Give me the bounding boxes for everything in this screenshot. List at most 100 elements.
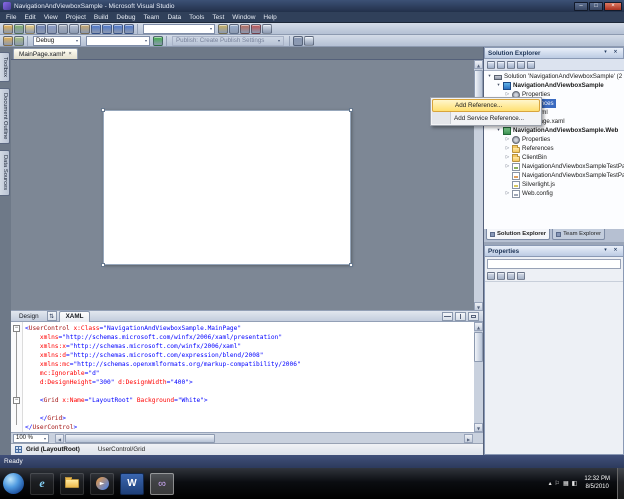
expander-icon[interactable]: ▷ (504, 191, 511, 196)
menu-help[interactable]: Help (259, 12, 280, 23)
debug-configuration-combo[interactable]: Debug ▾ (33, 36, 81, 46)
scrollbar-thumb[interactable] (474, 332, 483, 362)
paste-icon[interactable] (80, 24, 90, 34)
tree-item-content[interactable]: Web.config (511, 189, 555, 198)
tree-item-content[interactable]: NavigationAndViewboxSample (502, 81, 606, 90)
build-solution-icon[interactable] (293, 36, 303, 46)
menu-debug[interactable]: Debug (112, 12, 139, 23)
taskbar-clock[interactable]: 12:32 PM 8/5/2010 (581, 476, 613, 491)
solution-explorer-icon[interactable] (218, 24, 228, 34)
add-new-item-icon[interactable] (3, 36, 13, 46)
media-player-icon[interactable]: ► (90, 473, 114, 495)
cut-icon[interactable] (58, 24, 68, 34)
resize-handle[interactable] (349, 263, 353, 267)
properties-tool-icon[interactable] (487, 61, 495, 69)
code-line-10[interactable] (25, 405, 473, 414)
code-line-12[interactable]: </UserControl> (25, 423, 473, 432)
properties-view-icon[interactable] (507, 272, 515, 280)
expander-icon[interactable]: ▷ (504, 146, 511, 151)
windows-explorer-icon[interactable] (60, 473, 84, 495)
code-line-8[interactable] (25, 387, 473, 396)
scroll-left-icon[interactable]: ◀ (55, 434, 64, 443)
menu-data[interactable]: Data (163, 12, 185, 23)
word-icon[interactable]: W (120, 473, 144, 495)
events-view-icon[interactable] (517, 272, 525, 280)
code-line-1[interactable]: <UserControl x:Class="NavigationAndViewb… (25, 324, 473, 333)
tree-item-clientbin[interactable]: ▷ClientBin (484, 153, 624, 162)
tree-item-content[interactable]: NavigationAndViewboxSample.Web (502, 126, 620, 135)
tree-item-properties[interactable]: ▷Properties (484, 135, 624, 144)
view-code-icon[interactable] (517, 61, 525, 69)
code-line-9[interactable]: <Grid x:Name="LayoutRoot" Background="Wh… (25, 396, 473, 405)
code-line-2[interactable]: xmlns="http://schemas.microsoft.com/winf… (25, 333, 473, 342)
expander-icon[interactable]: ▷ (504, 137, 511, 142)
visual-studio-icon[interactable]: ∞ (150, 473, 174, 495)
fold-toggle-icon[interactable]: − (13, 397, 20, 404)
menu-edit[interactable]: Edit (20, 12, 39, 23)
tab-mainpage-xaml[interactable]: MainPage.xaml* × (13, 48, 78, 59)
view-designer-icon[interactable] (527, 61, 535, 69)
hidden-icons-icon[interactable]: ▴ (549, 480, 552, 487)
tree-item-content[interactable]: Silverlight.js (511, 180, 557, 189)
side-tab-toolbox[interactable]: Toolbox (0, 52, 10, 82)
zoom-combo[interactable]: 100 % ▾ (13, 434, 49, 443)
vertical-split-icon[interactable] (455, 312, 466, 321)
dock-tab-solution-explorer[interactable]: Solution Explorer (486, 229, 550, 240)
toolbox-icon[interactable] (240, 24, 250, 34)
window-position-icon[interactable]: ▾ (601, 49, 610, 57)
navigate-back-icon[interactable] (113, 24, 123, 34)
menu-team[interactable]: Team (140, 12, 164, 23)
breadcrumb-path[interactable]: UserControl/Grid (98, 446, 145, 453)
save-icon[interactable] (36, 24, 46, 34)
tree-item-navigationandviewboxsample-web[interactable]: ▾NavigationAndViewboxSample.Web (484, 126, 624, 135)
tree-item-navigationandviewboxsampletestpage-html[interactable]: NavigationAndViewboxSampleTestPage.html (484, 171, 624, 180)
add-item-icon[interactable] (14, 24, 24, 34)
window-position-icon[interactable]: ▾ (601, 247, 610, 255)
start-debugging-icon[interactable] (153, 36, 163, 46)
maximize-button[interactable]: □ (589, 2, 603, 11)
close-button[interactable]: × (604, 2, 622, 11)
expander-icon[interactable]: ▾ (486, 74, 493, 79)
tree-item-solution-navigationandviewboxsample-2-projects[interactable]: ▾Solution 'NavigationAndViewboxSample' (… (484, 72, 624, 81)
open-file-icon[interactable] (25, 24, 35, 34)
save-all-icon[interactable] (47, 24, 57, 34)
tree-item-content[interactable]: NavigationAndViewboxSampleTestPage.aspx (511, 162, 624, 171)
object-selector-combo[interactable] (487, 259, 621, 269)
tree-item-navigationandviewboxsample[interactable]: ▾NavigationAndViewboxSample (484, 81, 624, 90)
context-menu-item-add-service-reference[interactable]: Add Service Reference... (432, 112, 540, 124)
resize-handle[interactable] (101, 108, 105, 112)
swap-panes-icon[interactable]: ⇅ (47, 311, 57, 321)
undo-icon[interactable] (91, 24, 101, 34)
fold-toggle-icon[interactable]: − (13, 325, 20, 332)
scroll-up-icon[interactable]: ▲ (474, 60, 483, 69)
scrollbar-thumb[interactable] (65, 434, 215, 443)
tree-item-references[interactable]: ▷References (484, 144, 624, 153)
resize-handle[interactable] (101, 263, 105, 267)
navigate-forward-icon[interactable] (124, 24, 134, 34)
new-project-icon[interactable] (3, 24, 13, 34)
code-line-4[interactable]: xmlns:d="http://schemas.microsoft.com/ex… (25, 351, 473, 360)
search-combo[interactable]: ▾ (143, 24, 215, 34)
action-center-flag-icon[interactable]: ⚐ (555, 480, 560, 487)
tree-item-content[interactable]: ClientBin (511, 153, 549, 162)
code-line-6[interactable]: mc:Ignorable="d" (25, 369, 473, 378)
refresh-icon[interactable] (507, 61, 515, 69)
add-existing-item-icon[interactable] (14, 36, 24, 46)
tab-close-icon[interactable]: × (69, 52, 72, 57)
code-line-3[interactable]: xmlns:x="http://schemas.microsoft.com/wi… (25, 342, 473, 351)
menu-tools[interactable]: Tools (185, 12, 208, 23)
tree-item-web-config[interactable]: ▷Web.config (484, 189, 624, 198)
network-icon[interactable]: ▦ (563, 480, 569, 487)
expander-icon[interactable]: ▾ (495, 83, 502, 88)
editor-vertical-scrollbar[interactable]: ▲ ▼ (474, 322, 483, 432)
code-line-7[interactable]: d:DesignHeight="300" d:DesignWidth="400"… (25, 378, 473, 387)
find-in-files-icon[interactable] (304, 36, 314, 46)
redo-icon[interactable] (102, 24, 112, 34)
scroll-right-icon[interactable]: ▶ (464, 434, 473, 443)
resize-handle[interactable] (349, 108, 353, 112)
tree-item-silverlight-js[interactable]: Silverlight.js (484, 180, 624, 189)
tab-design[interactable]: Design (13, 311, 45, 322)
dock-tab-team-explorer[interactable]: Team Explorer (552, 229, 605, 240)
expander-icon[interactable]: ▷ (504, 164, 511, 169)
context-menu-item-add-reference[interactable]: Add Reference... (432, 99, 540, 112)
